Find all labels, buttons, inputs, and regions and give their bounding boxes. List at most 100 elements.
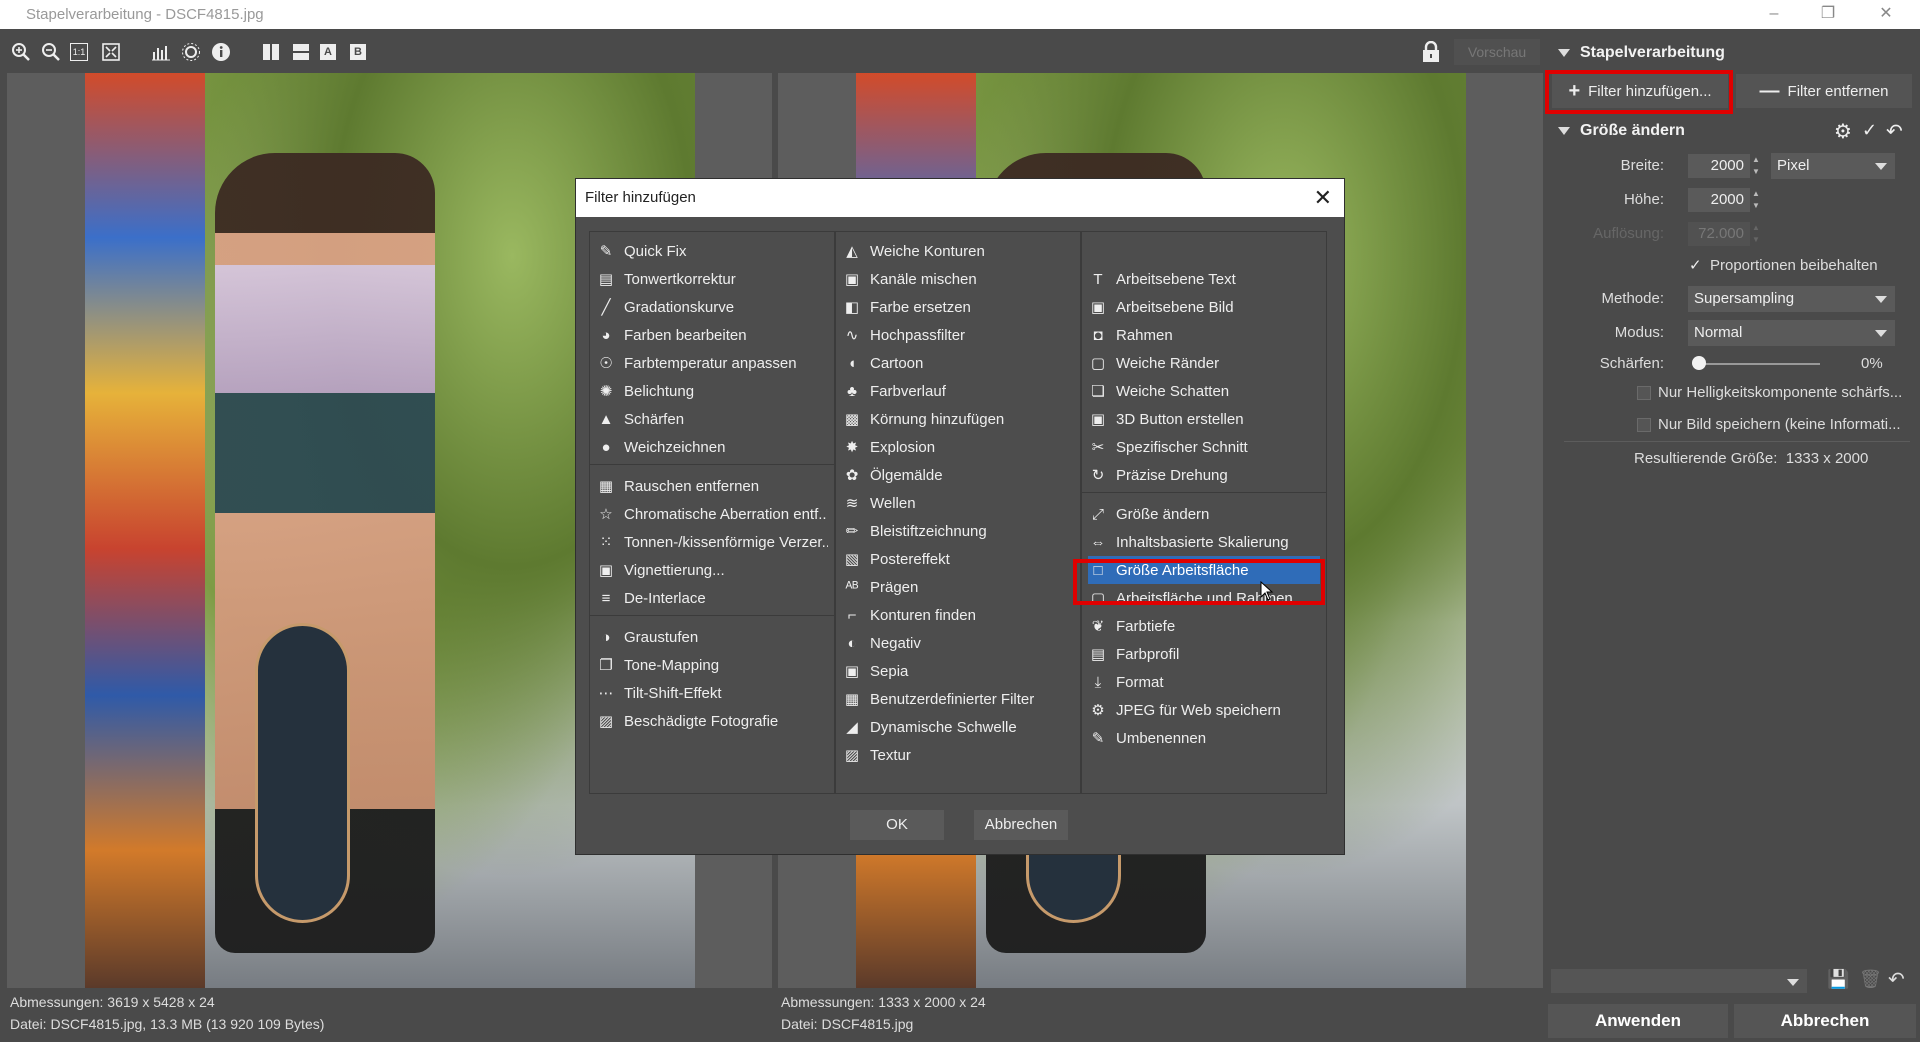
only-luminance-label[interactable]: Nur Helligkeitskomponente schärfs... — [1658, 384, 1902, 401]
close-icon[interactable]: ✕ — [1314, 185, 1332, 211]
checkmark-icon[interactable]: ✓ — [1689, 256, 1702, 274]
filter-item[interactable]: ▨ Beschädigte Fotografie — [596, 707, 828, 735]
filter-item[interactable]: ╱ Gradationskurve — [596, 293, 828, 321]
filter-item[interactable]: T Arbeitsebene Text — [1088, 265, 1320, 293]
width-spinner-icon[interactable]: ▲ ▼ — [1751, 154, 1761, 178]
lock-icon[interactable] — [1420, 40, 1442, 63]
filter-item[interactable]: ▲ Schärfen — [596, 405, 828, 433]
keep-proportions-label[interactable]: Proportionen beibehalten — [1710, 257, 1878, 274]
filter-item[interactable]: ◘ Rahmen — [1088, 321, 1320, 349]
filter-item[interactable]: ▣ Vignettierung... — [596, 556, 828, 584]
filter-item[interactable]: ❦ Farbtiefe — [1088, 612, 1320, 640]
restore-icon[interactable]: ❐ — [1818, 4, 1838, 24]
filter-item[interactable]: ▣ 3D Button erstellen — [1088, 405, 1320, 433]
dialog-cancel-button[interactable]: Abbrechen — [974, 810, 1068, 840]
preview-button[interactable]: Vorschau — [1454, 39, 1540, 65]
filter-item[interactable]: ▤ Tonwertkorrektur — [596, 265, 828, 293]
ok-button[interactable]: OK — [850, 810, 944, 840]
save-icon[interactable]: 💾 — [1827, 969, 1849, 990]
filter-item[interactable]: ▧ Postereffekt — [842, 545, 1074, 573]
check-icon[interactable]: ✓ — [1862, 120, 1877, 141]
filter-item[interactable]: ▦ Rauschen entfernen — [596, 472, 828, 500]
close-window-icon[interactable]: ✕ — [1876, 4, 1896, 24]
filter-item[interactable]: ◐ Negativ — [842, 629, 1074, 657]
filter-item[interactable]: ≋ Wellen — [842, 489, 1074, 517]
filter-item[interactable]: ✂ Spezifischer Schnitt — [1088, 433, 1320, 461]
section-resize-header[interactable]: Größe ändern — [1558, 122, 1685, 140]
filter-item[interactable]: ❐ Tone-Mapping — [596, 651, 828, 679]
reset-icon[interactable]: ↶ — [1888, 967, 1905, 992]
filter-item[interactable]: ⋯ Tilt-Shift-Effekt — [596, 679, 828, 707]
filter-item[interactable]: ⚙ JPEG für Web speichern — [1088, 696, 1320, 724]
filter-item[interactable]: ☉ Farbtemperatur anpassen — [596, 349, 828, 377]
filter-item[interactable]: ◕ Farben bearbeiten — [596, 321, 828, 349]
collapse-triangle-icon[interactable] — [1558, 48, 1570, 57]
filter-item[interactable]: ▦ Benutzerdefinierter Filter — [842, 685, 1074, 713]
gear-icon[interactable]: ⚙ — [1834, 119, 1852, 144]
filter-item[interactable]: ▣ Arbeitsebene Bild — [1088, 293, 1320, 321]
filter-item[interactable]: ❏ Weiche Schatten — [1088, 377, 1320, 405]
filter-item[interactable]: ✏ Bleistiftzeichnung — [842, 517, 1074, 545]
collapse-triangle-icon[interactable] — [1558, 126, 1570, 135]
filter-item[interactable]: ⤓ Format — [1088, 668, 1320, 696]
filter-item[interactable]: ≡ De-Interlace — [596, 584, 828, 612]
remove-filter-button[interactable]: — Filter entfernen — [1736, 74, 1912, 108]
apply-button[interactable]: Anwenden — [1548, 1004, 1728, 1038]
filter-item[interactable]: ◖ Cartoon — [842, 349, 1074, 377]
filter-item[interactable]: ⇔ Inhaltsbasierte Skalierung — [1088, 528, 1320, 556]
sharpen-slider-track[interactable] — [1696, 363, 1820, 365]
filter-item[interactable]: ▣ Sepia — [842, 657, 1074, 685]
filter-item[interactable]: ✿ Ölgemälde — [842, 461, 1074, 489]
filter-item[interactable]: ᴬᴮ Prägen — [842, 573, 1074, 601]
zoom-in-icon[interactable] — [10, 41, 32, 63]
filter-item[interactable]: ⤢ Größe ändern — [1088, 500, 1320, 528]
height-spinner-icon[interactable]: ▲ ▼ — [1751, 188, 1761, 212]
filter-item[interactable]: ◢ Dynamische Schwelle — [842, 713, 1074, 741]
filter-item[interactable]: ▩ Körnung hinzufügen — [842, 405, 1074, 433]
filter-item[interactable]: ⌐ Konturen finden — [842, 601, 1074, 629]
filter-item[interactable]: ↻ Präzise Drehung — [1088, 461, 1320, 489]
only-luminance-checkbox[interactable] — [1637, 386, 1651, 400]
filter-item[interactable]: ◧ Farbe ersetzen — [842, 293, 1074, 321]
filter-item[interactable]: ✸ Explosion — [842, 433, 1074, 461]
filter-item-label: Konturen finden — [870, 606, 976, 624]
filter-item[interactable]: ▨ Textur — [842, 741, 1074, 769]
filter-item[interactable]: ✎ Umbenennen — [1088, 724, 1320, 752]
info-icon[interactable] — [210, 41, 232, 63]
width-input[interactable]: 2000 — [1688, 154, 1750, 178]
cancel-button[interactable]: Abbrechen — [1734, 1004, 1916, 1038]
preset-select[interactable] — [1551, 969, 1807, 993]
undo-icon[interactable]: ↶ — [1886, 119, 1903, 144]
filter-item[interactable]: ▢ Weiche Ränder — [1088, 349, 1320, 377]
actual-size-icon[interactable]: 1:1 — [70, 43, 88, 61]
filter-item[interactable]: ◭ Weiche Konturen — [842, 237, 1074, 265]
filter-item[interactable]: ▣ Kanäle mischen — [842, 265, 1074, 293]
filter-item[interactable]: ● Weichzeichnen — [596, 433, 828, 461]
split-vertical-icon[interactable] — [260, 41, 282, 63]
view-a-icon[interactable]: A — [320, 44, 336, 60]
fit-icon[interactable] — [100, 41, 122, 63]
view-b-icon[interactable]: B — [350, 44, 366, 60]
filter-item[interactable]: ☆ Chromatische Aberration entf... — [596, 500, 828, 528]
filter-item[interactable]: ✺ Belichtung — [596, 377, 828, 405]
split-horizontal-icon[interactable] — [290, 41, 312, 63]
only-image-checkbox[interactable] — [1637, 418, 1651, 432]
filter-item[interactable]: ⁙ Tonnen-/kissenförmige Verzer... — [596, 528, 828, 556]
section-batch-header[interactable]: Stapelverarbeitung — [1558, 44, 1725, 62]
method-select[interactable]: Supersampling — [1688, 286, 1895, 312]
filter-item[interactable]: ◑ Graustufen — [596, 623, 828, 651]
filter-item[interactable]: ♣ Farbverlauf — [842, 377, 1074, 405]
height-input[interactable]: 2000 — [1688, 188, 1750, 212]
filter-item[interactable]: ∿ Hochpassfilter — [842, 321, 1074, 349]
only-image-label[interactable]: Nur Bild speichern (keine Informati... — [1658, 416, 1901, 433]
zoom-out-icon[interactable] — [40, 41, 62, 63]
filter-item-label: Tone-Mapping — [624, 656, 720, 674]
unit-select[interactable]: Pixel — [1771, 153, 1895, 179]
filter-item[interactable]: ▤ Farbprofil — [1088, 640, 1320, 668]
filter-item[interactable]: ✎ Quick Fix — [596, 237, 828, 265]
sharpen-slider-knob[interactable] — [1692, 356, 1706, 370]
minimize-icon[interactable]: – — [1764, 4, 1784, 24]
histogram-icon[interactable] — [150, 41, 172, 63]
mode-select[interactable]: Normal — [1688, 320, 1895, 346]
sun-icon[interactable] — [180, 41, 202, 63]
